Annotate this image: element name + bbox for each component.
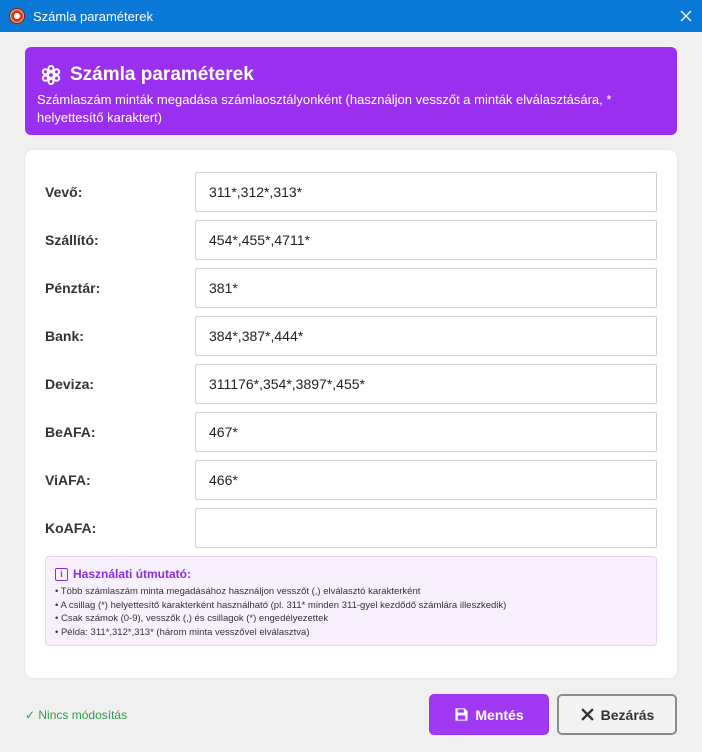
field-row-viafa: ViAFA:	[25, 460, 677, 500]
field-row-beafa: BeAFA:	[25, 412, 677, 452]
penztar-input[interactable]	[195, 268, 657, 308]
gear-icon	[41, 65, 61, 85]
field-label: KoAFA:	[45, 520, 97, 536]
deviza-input[interactable]	[195, 364, 657, 404]
save-button-label: Mentés	[475, 706, 524, 723]
field-label: BeAFA:	[45, 424, 96, 440]
window-title: Számla paraméterek	[33, 8, 153, 24]
field-label: Bank:	[45, 328, 84, 344]
save-button[interactable]: Mentés	[429, 694, 549, 735]
bank-input[interactable]	[195, 316, 657, 356]
help-box: i Használati útmutató: Több számlaszám m…	[45, 556, 657, 646]
status-text: ✓ Nincs módosítás	[25, 708, 128, 722]
vevo-input[interactable]	[195, 172, 657, 212]
help-title-text: Használati útmutató:	[73, 567, 192, 581]
close-icon	[680, 10, 692, 22]
help-title: i Használati útmutató:	[55, 566, 647, 582]
koafa-input[interactable]	[195, 508, 657, 548]
window-titlebar: Számla paraméterek	[0, 0, 702, 32]
beafa-input[interactable]	[195, 412, 657, 452]
szallito-input[interactable]	[195, 220, 657, 260]
field-label: Deviza:	[45, 376, 95, 392]
field-row-vevo: Vevő:	[25, 172, 677, 212]
header-title-row: Számla paraméterek	[40, 61, 665, 89]
field-label: Vevő:	[45, 184, 83, 200]
app-icon	[9, 8, 25, 24]
field-row-penztar: Pénztár:	[25, 268, 677, 308]
field-label: Pénztár:	[45, 280, 101, 296]
field-label: Szállító:	[45, 232, 99, 248]
close-button-label: Bezárás	[600, 706, 655, 723]
page-subtitle: Számlaszám minták megadása számlaosztály…	[37, 92, 612, 125]
form-card: Vevő: Szállító: Pénztár: Bank: Deviza: B…	[25, 150, 677, 678]
field-row-szallito: Szállító:	[25, 220, 677, 260]
info-icon: i	[55, 567, 68, 581]
help-item: Példa: 311*,312*,313* (három minta vessz…	[55, 626, 647, 640]
close-x-icon	[581, 708, 594, 721]
floppy-disk-icon	[455, 708, 468, 721]
header-banner: Számla paraméterek Számlaszám minták meg…	[25, 47, 677, 135]
close-button[interactable]: Bezárás	[557, 694, 677, 735]
help-list: Több számlaszám minta megadásához haszná…	[55, 585, 647, 639]
field-label: ViAFA:	[45, 472, 91, 488]
viafa-input[interactable]	[195, 460, 657, 500]
help-item: A csillag (*) helyettesítő karakterként …	[55, 599, 647, 613]
help-item: Több számlaszám minta megadásához haszná…	[55, 585, 647, 599]
window-close-button[interactable]	[670, 0, 702, 32]
help-item: Csak számok (0-9), vesszők (,) és csilla…	[55, 612, 647, 626]
field-row-deviza: Deviza:	[25, 364, 677, 404]
page-title: Számla paraméterek	[70, 64, 254, 85]
field-row-bank: Bank:	[25, 316, 677, 356]
field-row-koafa: KoAFA:	[25, 508, 677, 548]
